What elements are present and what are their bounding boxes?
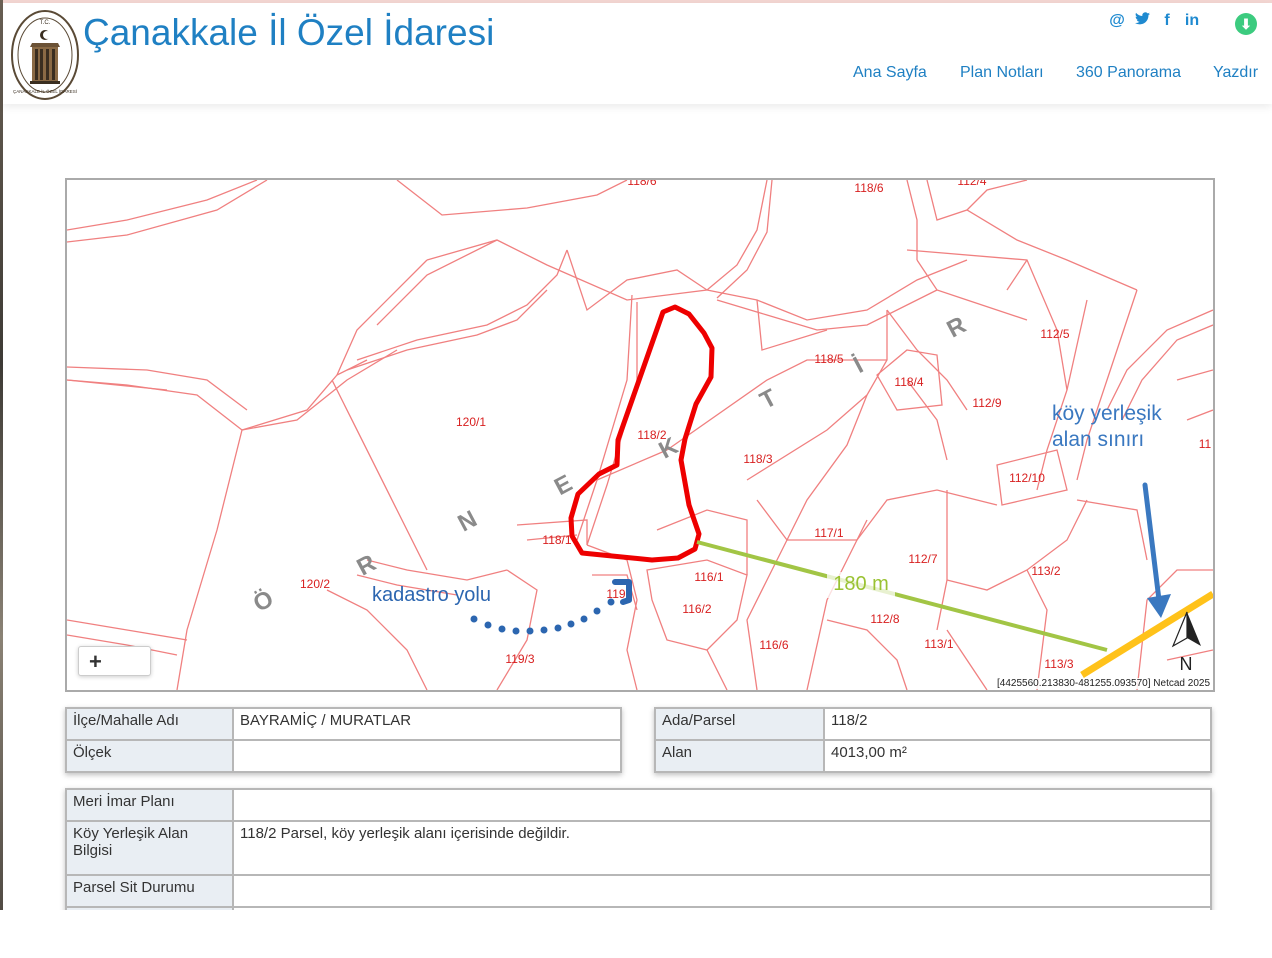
village-boundary-label-line1: köy yerleşik — [1052, 402, 1162, 425]
svg-text:T.C.: T.C. — [40, 20, 51, 26]
zoom-in-button[interactable]: + — [78, 646, 151, 676]
village-boundary-label-line2: alan sınırı — [1052, 428, 1144, 451]
table-label: Köy Yerleşik Alan Bilgisi — [65, 820, 234, 876]
linkedin-icon[interactable]: in — [1184, 12, 1200, 30]
north-arrow-icon: N — [1171, 611, 1201, 674]
table-row: Ada/Parsel 118/2 — [654, 707, 1212, 741]
table-row: Köy Yerleşik Alan Bilgisi 118/2 Parsel, … — [65, 820, 1212, 876]
social-links: @ f in — [1109, 12, 1200, 30]
download-icon[interactable]: ⬇ — [1235, 13, 1257, 35]
boundary-arrow-head — [1147, 594, 1171, 618]
boundary-arrow-shaft — [1142, 482, 1162, 603]
nav-print[interactable]: Yazdır — [1213, 64, 1258, 82]
table-label: Parsel Sit Durumu — [65, 874, 234, 908]
table-row: Alan 4013,00 m² — [654, 739, 1212, 773]
parcel-label: 112/9 — [972, 396, 1001, 410]
main-nav: Ana Sayfa Plan Notları 360 Panorama Yazd… — [3, 64, 1272, 84]
parcel-label: 11 — [1199, 437, 1212, 451]
table-value: BAYRAMİÇ / MURATLAR — [232, 707, 622, 741]
parcel-label: 119/3 — [505, 652, 534, 666]
parcel-label: 116/2 — [682, 602, 711, 616]
parcel-label: 112/4 — [957, 180, 986, 188]
table-label: Ölçek — [65, 739, 234, 773]
parcel-label: 113/3 — [1044, 657, 1073, 671]
table-label: İlçe/Mahalle Adı — [65, 707, 234, 741]
map-coordinates-credit: [4425560.213830-481255.093570] Netcad 20… — [995, 678, 1212, 689]
parcel-label: 120/1 — [456, 415, 486, 429]
table-value: 118/2 Parsel, köy yerleşik alanı içerisi… — [232, 820, 1212, 876]
email-icon[interactable]: @ — [1109, 12, 1125, 30]
table-row: İlçe/Mahalle Adı BAYRAMİÇ / MURATLAR — [65, 707, 622, 741]
street-letter: T — [756, 384, 782, 415]
twitter-icon[interactable] — [1134, 12, 1150, 30]
parcel-table: Ada/Parsel 118/2 Alan 4013,00 m² — [654, 707, 1212, 773]
parcel-label: 116/1 — [694, 570, 723, 584]
parcel-label: 112/10 — [1009, 471, 1045, 485]
table-row: Parsel Sit Durumu — [65, 874, 1212, 908]
table-value: 118/2 — [823, 707, 1212, 741]
parcel-label: 118/4 — [894, 375, 923, 389]
parcel-label: 113/1 — [924, 637, 953, 651]
table-label: Meri İmar Planı — [65, 788, 234, 822]
nav-360-panorama[interactable]: 360 Panorama — [1076, 64, 1181, 82]
parcel-label: 112/5 — [1040, 327, 1069, 341]
institution-logo[interactable]: T.C. ÇANAKKALE İL ÖZEL İDARESİ — [10, 9, 80, 101]
cadastral-road-label: kadastro yolu — [372, 584, 491, 606]
cadastral-map[interactable]: 118/6 118/6 112/4 118/5 118/4 112/5 112/… — [65, 178, 1215, 692]
parcel-label: 120/2 — [300, 577, 330, 591]
nav-home[interactable]: Ana Sayfa — [853, 64, 927, 82]
street-letter: İ — [849, 352, 868, 379]
parcel-label: 118/3 — [743, 452, 772, 466]
svg-text:ÇANAKKALE İL ÖZEL İDARESİ: ÇANAKKALE İL ÖZEL İDARESİ — [13, 88, 77, 94]
parcel-label: 113/2 — [1031, 564, 1060, 578]
street-letter: Ö — [249, 585, 278, 618]
street-name: Ö R N E K T İ R — [249, 311, 971, 617]
parcel-label: 118/5 — [814, 352, 843, 366]
street-letter: E — [550, 470, 577, 501]
parcel-label: 117/1 — [814, 526, 843, 540]
table-label: Alan — [654, 739, 825, 773]
nav-plan-notes[interactable]: Plan Notları — [960, 64, 1044, 82]
parcel-label: 118/6 — [854, 181, 883, 195]
table-value: 4013,00 m² — [823, 739, 1212, 773]
site-title[interactable]: Çanakkale İl Özel İdaresi — [83, 12, 494, 54]
street-letter: R — [352, 549, 380, 581]
distance-label: 180 m — [833, 573, 889, 595]
site-header: T.C. ÇANAKKALE İL ÖZEL İDARESİ Çanakkale… — [3, 3, 1272, 104]
cadastral-road-dots — [470, 598, 615, 635]
location-table: İlçe/Mahalle Adı BAYRAMİÇ / MURATLAR Ölç… — [65, 707, 622, 773]
map-canvas[interactable]: 118/6 118/6 112/4 118/5 118/4 112/5 112/… — [67, 180, 1213, 690]
table-value — [232, 788, 1212, 822]
table-row: Ölçek — [65, 739, 622, 773]
facebook-icon[interactable]: f — [1159, 12, 1175, 30]
table-row: Meri İmar Planı — [65, 788, 1212, 822]
page-cutoff — [0, 910, 1272, 958]
parcel-label: 118/6 — [627, 180, 656, 188]
table-value — [232, 739, 622, 773]
parcel-label: 112/7 — [908, 552, 937, 566]
table-value — [232, 874, 1212, 908]
north-label: N — [1180, 654, 1193, 674]
street-letter: N — [453, 505, 481, 537]
background-edge — [0, 0, 3, 910]
parcel-label: 112/8 — [870, 612, 899, 626]
table-label: Ada/Parsel — [654, 707, 825, 741]
parcel-label: 116/6 — [759, 638, 788, 652]
street-letter: R — [942, 311, 970, 343]
parcel-label: 118/1 — [542, 533, 571, 547]
